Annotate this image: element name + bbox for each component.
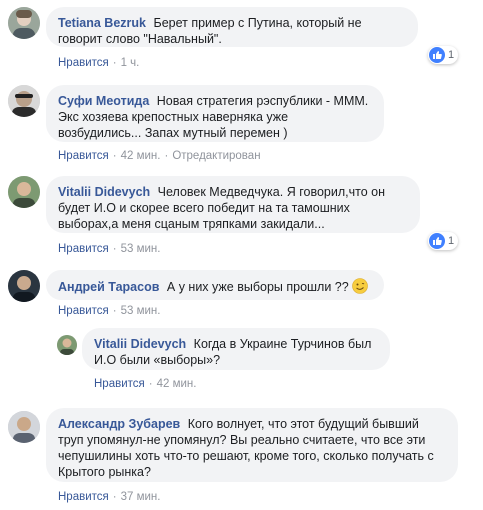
comment-author[interactable]: Андрей Тарасов [58,280,159,294]
avatar-photo-icon [8,176,40,208]
like-link[interactable]: Нравится [58,57,109,69]
like-link[interactable]: Нравится [58,305,109,317]
smiley-emoji-icon [352,278,369,294]
reaction-number: 1 [448,49,455,61]
separator: · [148,378,153,390]
comment-bubble: Vitalii Didevych Когда в Украине Турчино… [82,328,390,370]
separator: · [164,150,169,162]
reaction-count[interactable]: 1 [428,232,459,250]
avatar[interactable] [8,85,40,117]
comment-time[interactable]: 42 мин. [121,150,161,162]
edited-label[interactable]: Отредактирован [172,150,260,162]
like-link[interactable]: Нравится [58,243,109,255]
avatar-photo-icon [8,411,40,443]
comment-actions: Нравится · 42 мин. [94,377,196,391]
comment-actions: Нравится · 53 мин. [58,304,160,318]
comment-actions: Нравится · 1 ч. [58,56,139,70]
reaction-number: 1 [448,235,455,247]
comment-time[interactable]: 53 мин. [121,305,161,317]
comment-actions: Нравится · 42 мин. · Отредактирован [58,149,261,163]
avatar[interactable] [57,335,77,355]
comment-time[interactable]: 37 мин. [121,491,161,503]
comment-time[interactable]: 1 ч. [121,57,140,69]
avatar-photo-icon [57,335,77,355]
comment-actions: Нравится · 53 мин. [58,242,160,256]
comment-author[interactable]: Tetiana Bezruk [58,16,146,30]
like-icon [429,47,445,63]
reaction-count[interactable]: 1 [428,46,459,64]
comment-author[interactable]: Александр Зубарев [58,417,180,431]
like-link[interactable]: Нравится [58,150,109,162]
avatar-photo-icon [8,85,40,117]
like-link[interactable]: Нравится [94,378,145,390]
avatar[interactable] [8,270,40,302]
comments-thread: Tetiana Bezruk Берет пример с Путина, ко… [0,0,483,510]
separator: · [112,491,117,503]
comment-author[interactable]: Суфи Меотида [58,94,149,108]
comment-author[interactable]: Vitalii Didevych [94,337,186,351]
comment-author[interactable]: Vitalii Didevych [58,185,150,199]
comment-time[interactable]: 42 мин. [157,378,197,390]
avatar[interactable] [8,411,40,443]
comment-bubble: Александр Зубарев Кого волнует, что этот… [46,408,458,482]
separator: · [112,150,117,162]
comment-text: А у них уже выборы прошли ?? [166,280,349,294]
separator: · [112,57,117,69]
avatar-photo-icon [8,7,40,39]
comment-bubble: Суфи Меотида Новая стратегия рэспублики … [46,85,384,142]
comment-actions: Нравится · 37 мин. [58,490,160,504]
like-link[interactable]: Нравится [58,491,109,503]
avatar[interactable] [8,7,40,39]
comment-time[interactable]: 53 мин. [121,243,161,255]
like-icon [429,233,445,249]
comment-bubble: Vitalii Didevych Человек Медведчука. Я г… [46,176,420,233]
separator: · [112,305,117,317]
avatar-photo-icon [8,270,40,302]
separator: · [112,243,117,255]
comment-bubble: Tetiana Bezruk Берет пример с Путина, ко… [46,7,418,47]
avatar[interactable] [8,176,40,208]
comment-bubble: Андрей Тарасов А у них уже выборы прошли… [46,270,384,300]
